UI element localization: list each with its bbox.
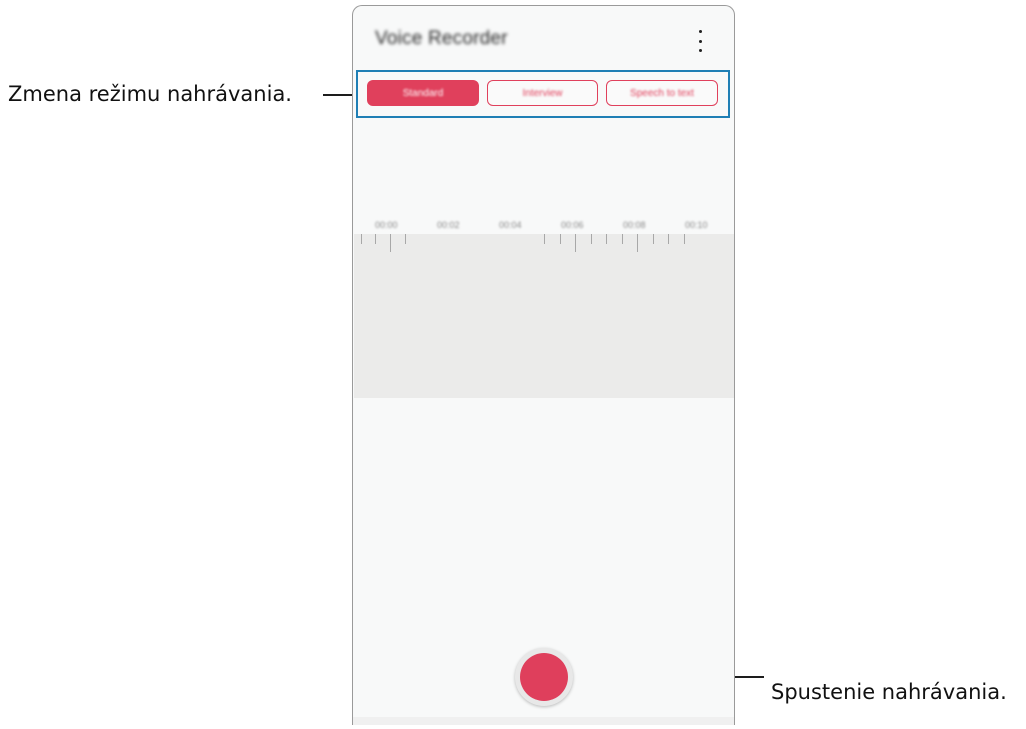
waveform-area	[354, 234, 734, 398]
app-title: Voice Recorder	[375, 28, 508, 49]
phone-screen: Voice Recorder Standard Interview Speech…	[352, 5, 735, 725]
timeline-tick	[622, 234, 623, 244]
callout-start-recording-label: Spustenie nahrávania.	[771, 680, 1007, 704]
timeline-tick	[606, 234, 607, 244]
record-icon	[520, 653, 568, 701]
timeline-label: 00:10	[685, 220, 708, 230]
timeline-tick	[668, 234, 669, 244]
mode-speech-to-text-label: Speech to text	[630, 87, 694, 99]
callout-mode-line	[323, 94, 355, 96]
timeline-tick	[405, 234, 406, 244]
mode-standard-button[interactable]: Standard	[367, 80, 479, 106]
timeline-label: 00:02	[437, 220, 460, 230]
timeline-tick	[653, 234, 654, 244]
timeline-tick	[560, 234, 561, 244]
timeline-tick	[637, 234, 638, 252]
timeline-label: 00:08	[623, 220, 646, 230]
bottom-bar	[353, 717, 734, 725]
mode-speech-to-text-button[interactable]: Speech to text	[606, 80, 718, 106]
timeline-label: 00:04	[499, 220, 522, 230]
timeline-tick	[390, 234, 391, 252]
timeline-tick	[544, 234, 545, 244]
record-button[interactable]	[515, 648, 573, 706]
callout-mode-change-label: Zmena režimu nahrávania.	[8, 82, 292, 106]
timeline-label: 00:06	[561, 220, 584, 230]
timeline-tick	[375, 234, 376, 244]
more-options-icon[interactable]	[693, 30, 707, 52]
timeline-tick	[684, 234, 685, 244]
timeline-tick	[361, 234, 362, 244]
timeline-tick	[575, 234, 576, 252]
mode-interview-label: Interview	[522, 87, 563, 99]
mode-standard-label: Standard	[402, 87, 444, 99]
timeline-tick	[591, 234, 592, 244]
timeline-label: 00:00	[375, 220, 398, 230]
mode-interview-button[interactable]: Interview	[487, 80, 598, 106]
